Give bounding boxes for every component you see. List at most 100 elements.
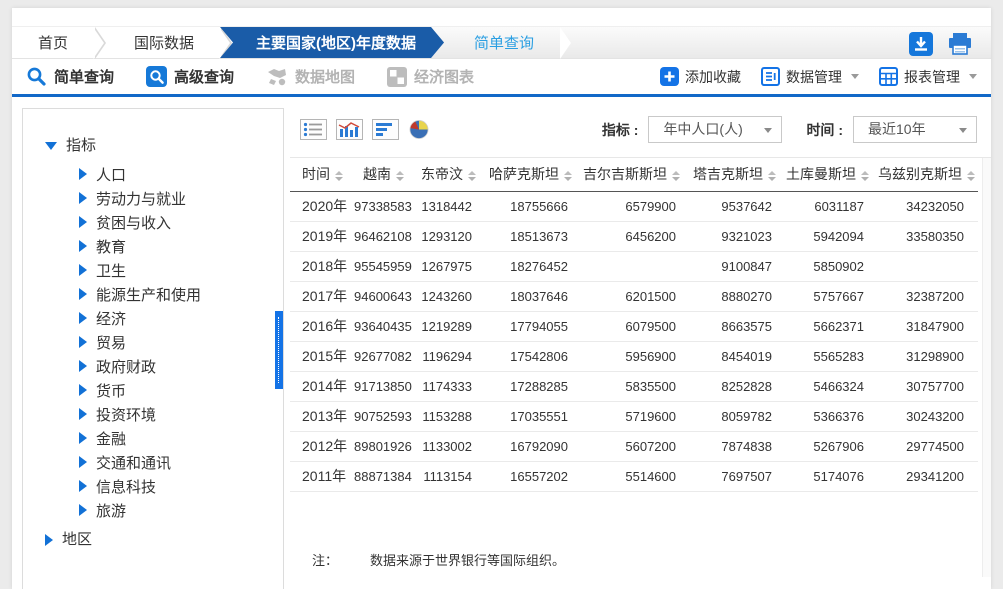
sort-icon[interactable]: [468, 171, 476, 181]
chevron-collapsed-icon[interactable]: [79, 192, 87, 204]
note-text: 数据来源于世界银行等国际组织。: [370, 550, 565, 569]
value-cell: 1153288: [414, 401, 486, 431]
sidebar-item-label: 旅游: [96, 500, 126, 521]
value-cell: 1133002: [414, 431, 486, 461]
sidebar-item-13[interactable]: 信息科技: [79, 474, 283, 498]
chevron-collapsed-icon[interactable]: [79, 360, 87, 372]
data-map-button[interactable]: 数据地图: [266, 66, 355, 88]
chevron-collapsed-icon[interactable]: [45, 534, 53, 546]
advanced-query-button[interactable]: 高级查询: [146, 66, 234, 87]
year-cell: 2018年: [290, 251, 354, 281]
chevron-collapsed-icon[interactable]: [79, 216, 87, 228]
column-header-1[interactable]: 越南: [354, 158, 414, 191]
table-row: 2020年97338583131844218755666657990095376…: [290, 191, 978, 221]
column-header-4[interactable]: 吉尔吉斯斯坦: [582, 158, 690, 191]
sidebar-item-0[interactable]: 人口: [79, 162, 283, 186]
value-cell: 18755666: [486, 191, 582, 221]
indicator-select[interactable]: 年中人口(人): [648, 116, 782, 143]
table-scrollbar-track[interactable]: [982, 158, 991, 577]
sidebar-item-1[interactable]: 劳动力与就业: [79, 186, 283, 210]
pie-chart-view-icon[interactable]: [408, 119, 430, 140]
print-icon[interactable]: [947, 32, 973, 56]
report-manage-label: 报表管理: [904, 67, 960, 87]
data-manage-label: 数据管理: [786, 67, 842, 87]
column-label: 塔吉克斯坦: [693, 166, 763, 182]
sort-icon[interactable]: [967, 171, 975, 181]
chevron-expanded-icon[interactable]: [45, 142, 57, 150]
table-row: 2017年94600643124326018037646620150088802…: [290, 281, 978, 311]
value-cell: 1243260: [414, 281, 486, 311]
column-chart-view-icon[interactable]: [336, 119, 363, 140]
chevron-collapsed-icon[interactable]: [79, 168, 87, 180]
sort-icon[interactable]: [672, 171, 680, 181]
sidebar-section-regions[interactable]: 地区: [45, 527, 283, 553]
sidebar-item-label: 教育: [96, 236, 126, 257]
download-icon[interactable]: [908, 32, 934, 56]
value-cell: 89801926: [354, 431, 414, 461]
sidebar-item-3[interactable]: 教育: [79, 234, 283, 258]
table-row: 2014年91713850117433317288285583550082528…: [290, 371, 978, 401]
column-label: 乌兹别克斯坦: [878, 166, 962, 182]
value-cell: 91713850: [354, 371, 414, 401]
sort-icon[interactable]: [396, 171, 404, 181]
value-cell: 5850902: [786, 251, 878, 281]
chevron-collapsed-icon[interactable]: [79, 456, 87, 468]
sidebar-item-2[interactable]: 贫困与收入: [79, 210, 283, 234]
sort-icon[interactable]: [861, 171, 869, 181]
sidebar-item-14[interactable]: 旅游: [79, 498, 283, 522]
column-header-2[interactable]: 东帝汶: [414, 158, 486, 191]
chevron-collapsed-icon[interactable]: [79, 336, 87, 348]
econ-chart-button[interactable]: 经济图表: [387, 66, 474, 87]
filter-controls: 指标 : 年中人口(人) 时间 : 最近10年: [602, 116, 977, 143]
chevron-collapsed-icon[interactable]: [79, 408, 87, 420]
sort-icon[interactable]: [335, 171, 343, 181]
value-cell: [582, 251, 690, 281]
column-header-3[interactable]: 哈萨克斯坦: [486, 158, 582, 191]
sidebar-item-10[interactable]: 投资环境: [79, 402, 283, 426]
sidebar-section-indicators[interactable]: 指标: [45, 133, 283, 159]
time-select[interactable]: 最近10年: [853, 116, 977, 143]
source-note: 注： 数据来源于世界银行等国际组织。: [290, 550, 991, 569]
sidebar-item-9[interactable]: 货币: [79, 378, 283, 402]
list-view-icon[interactable]: [300, 119, 327, 140]
breadcrumb-international-data[interactable]: 国际数据: [108, 27, 220, 58]
chevron-collapsed-icon[interactable]: [79, 432, 87, 444]
sidebar-item-4[interactable]: 卫生: [79, 258, 283, 282]
breadcrumb-annual-data-active[interactable]: 主要国家(地区)年度数据: [220, 27, 444, 58]
value-cell: 8880270: [690, 281, 786, 311]
chart-icon: [387, 67, 407, 87]
sort-icon[interactable]: [564, 171, 572, 181]
value-cell: 93640435: [354, 311, 414, 341]
sidebar-item-11[interactable]: 金融: [79, 426, 283, 450]
chevron-collapsed-icon[interactable]: [79, 312, 87, 324]
column-header-0[interactable]: 时间: [290, 158, 354, 191]
chevron-collapsed-icon[interactable]: [79, 504, 87, 516]
column-header-5[interactable]: 塔吉克斯坦: [690, 158, 786, 191]
add-favorite-button[interactable]: 添加收藏: [660, 67, 741, 87]
bar-chart-view-icon[interactable]: [372, 119, 399, 140]
column-header-7[interactable]: 乌兹别克斯坦: [878, 158, 978, 191]
chevron-collapsed-icon[interactable]: [79, 264, 87, 276]
simple-query-button[interactable]: 简单查询: [26, 66, 114, 87]
sidebar-item-7[interactable]: 贸易: [79, 330, 283, 354]
value-cell: 9321023: [690, 221, 786, 251]
chevron-collapsed-icon[interactable]: [79, 384, 87, 396]
column-header-6[interactable]: 土库曼斯坦: [786, 158, 878, 191]
sidebar-item-12[interactable]: 交通和通讯: [79, 450, 283, 474]
sidebar-item-5[interactable]: 能源生产和使用: [79, 282, 283, 306]
sidebar-item-8[interactable]: 政府财政: [79, 354, 283, 378]
chevron-collapsed-icon[interactable]: [79, 288, 87, 300]
simple-query-label: 简单查询: [54, 66, 114, 87]
chevron-collapsed-icon[interactable]: [79, 240, 87, 252]
breadcrumb-home[interactable]: 首页: [12, 27, 94, 58]
note-label: 注：: [312, 550, 338, 569]
chevron-collapsed-icon[interactable]: [79, 480, 87, 492]
report-manage-button[interactable]: 报表管理: [879, 67, 977, 87]
value-cell: 17288285: [486, 371, 582, 401]
sidebar-scrollbar-thumb[interactable]: [275, 311, 283, 389]
breadcrumb-simple-query[interactable]: 简单查询: [444, 27, 560, 58]
sidebar-item-6[interactable]: 经济: [79, 306, 283, 330]
data-manage-button[interactable]: 数据管理: [761, 67, 859, 87]
sort-icon[interactable]: [768, 171, 776, 181]
value-cell: 7874838: [690, 431, 786, 461]
